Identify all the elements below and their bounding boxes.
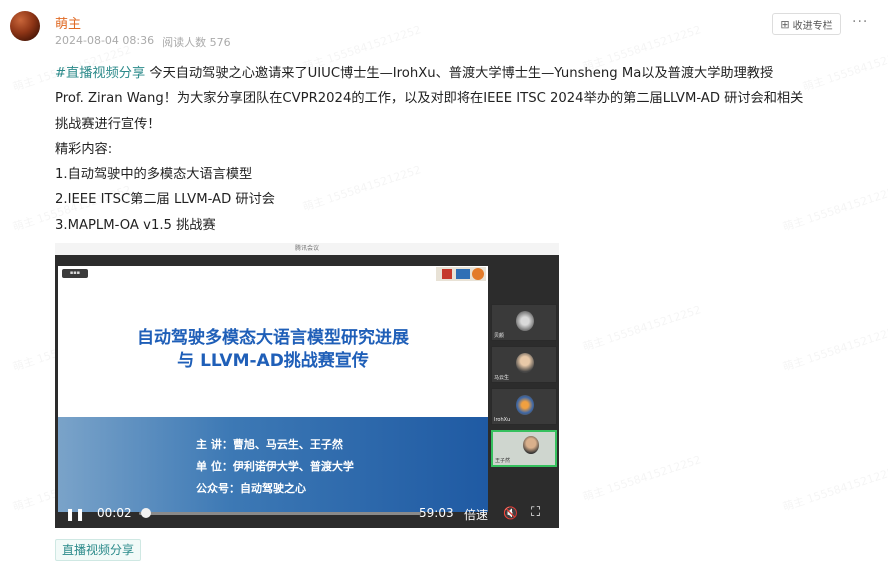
- participant-strip: 贝颜 马云生 IrohXu 王子然: [491, 266, 557, 528]
- post-line: #直播视频分享 今天自动驾驶之心邀请来了UIUC博士生—IrohXu、普渡大学博…: [55, 61, 875, 86]
- read-count: 阅读人数 576: [162, 34, 231, 50]
- mute-icon[interactable]: 🔇: [503, 506, 518, 520]
- post-text-1: 今天自动驾驶之心邀请来了UIUC博士生—IrohXu、普渡大学博士生—Yunsh…: [145, 66, 774, 81]
- slide-logo: [436, 267, 486, 281]
- slide-account: 公众号：自动驾驶之心: [196, 482, 306, 495]
- slide-speaker: 主 讲：曹旭、马云生、王子然: [196, 438, 343, 451]
- author-name[interactable]: 萌主: [55, 13, 81, 32]
- video-player[interactable]: 腾讯会议 ▪▪▪ 自动驾驶多模态大语言模型研究进展 与 LLVM-AD挑战赛宣传…: [55, 243, 559, 528]
- participant-tile[interactable]: IrohXu: [491, 388, 557, 425]
- fullscreen-icon[interactable]: ⛶: [531, 505, 540, 520]
- participant-avatar: [516, 395, 534, 415]
- progress-handle[interactable]: [140, 508, 151, 518]
- highlight-item: 2.IEEE ITSC第二届 LLVM-AD 研讨会: [55, 192, 275, 208]
- collect-label: 收进专栏: [792, 20, 833, 32]
- watermark: 萌主 15558415212252: [581, 301, 703, 354]
- participant-avatar: [516, 353, 534, 373]
- post-date: 2024-08-04 08:36: [55, 34, 155, 47]
- slide-title-line1: 自动驾驶多模态大语言模型研究进展: [137, 328, 409, 348]
- watermark: 萌主 15558415212252: [781, 321, 888, 374]
- slide-info-band: 主 讲：曹旭、马云生、王子然 单 位：伊利诺伊大学、普渡大学 公众号：自动驾驶之…: [58, 417, 488, 512]
- read-count-value: 576: [209, 36, 231, 49]
- watermark: 萌主 15558415212252: [581, 451, 703, 504]
- post-content: #直播视频分享 今天自动驾驶之心邀请来了UIUC博士生—IrohXu、普渡大学博…: [55, 61, 875, 238]
- highlights-title: 精彩内容:: [55, 141, 113, 157]
- post-text-3: 挑战赛进行宣传！: [55, 116, 161, 132]
- meeting-window-title: 腾讯会议: [55, 243, 559, 255]
- participant-tile[interactable]: 马云生: [491, 346, 557, 383]
- avatar[interactable]: [10, 11, 40, 41]
- more-options-button[interactable]: ···: [852, 14, 868, 30]
- slide-org: 单 位：伊利诺伊大学、普渡大学: [196, 460, 354, 473]
- participant-name: IrohXu: [494, 417, 511, 423]
- post-meta: 2024-08-04 08:36 阅读人数 576: [55, 34, 231, 50]
- read-count-label: 阅读人数: [162, 36, 207, 49]
- pause-icon[interactable]: ❚❚: [65, 507, 85, 521]
- participant-tile[interactable]: 贝颜: [491, 304, 557, 341]
- hashtag-link[interactable]: #直播视频分享: [55, 66, 145, 81]
- speed-button[interactable]: 倍速: [464, 506, 488, 523]
- post-text-2: Prof. Ziran Wang！为大家分享团队在CVPR2024的工作，以及对…: [55, 91, 804, 107]
- video-controls: ❚❚ 00:02 59:03 倍速 🔇 ⛶: [55, 500, 559, 528]
- total-time: 59:03: [419, 506, 454, 520]
- collect-to-column-button[interactable]: ⊞ 收进专栏: [772, 13, 841, 35]
- current-time: 00:02: [97, 506, 132, 520]
- progress-track[interactable]: [139, 512, 421, 515]
- participant-name: 马云生: [494, 375, 510, 381]
- participant-tile-active[interactable]: 王子然: [491, 430, 557, 467]
- highlight-item: 3.MAPLM-OA v1.5 挑战赛: [55, 217, 216, 233]
- participant-name: 王子然: [495, 458, 511, 464]
- participant-avatar: [516, 311, 534, 331]
- video-screen[interactable]: ▪▪▪ 自动驾驶多模态大语言模型研究进展 与 LLVM-AD挑战赛宣传 主 讲：…: [55, 255, 559, 528]
- slide-title-line2: 与 LLVM-AD挑战赛宣传: [177, 351, 369, 371]
- presentation-slide: ▪▪▪ 自动驾驶多模态大语言模型研究进展 与 LLVM-AD挑战赛宣传 主 讲：…: [58, 266, 488, 512]
- participant-avatar: [523, 436, 539, 454]
- slide-chip: ▪▪▪: [62, 269, 88, 278]
- highlight-item: 1.自动驾驶中的多模态大语言模型: [55, 167, 253, 183]
- watermark: 萌主 15558415212252: [781, 461, 888, 514]
- collect-icon: ⊞: [780, 17, 790, 31]
- topic-tag[interactable]: 直播视频分享: [55, 539, 142, 561]
- participant-name: 贝颜: [494, 333, 505, 339]
